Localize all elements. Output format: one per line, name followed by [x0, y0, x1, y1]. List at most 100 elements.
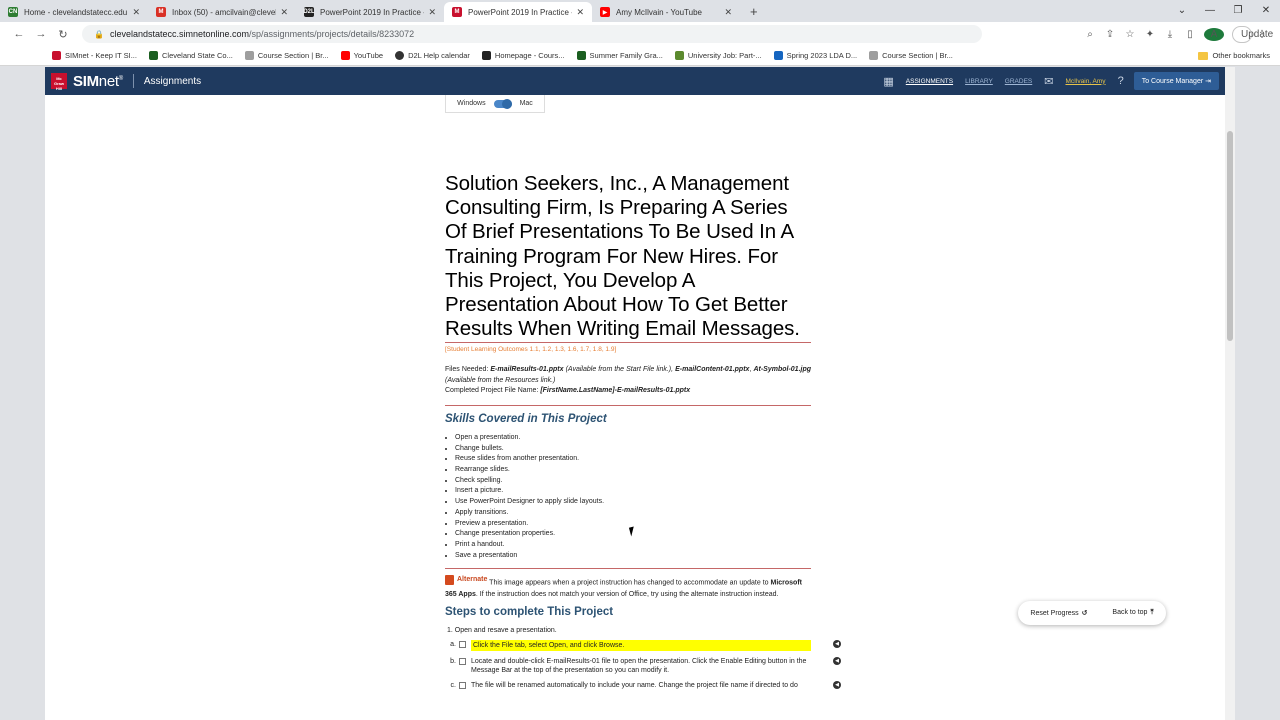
- update-button[interactable]: Update: [1232, 25, 1273, 43]
- download-icon[interactable]: ⤓: [1160, 29, 1180, 40]
- skills-heading: Skills Covered in This Project: [445, 412, 607, 425]
- audio-icon[interactable]: ◀: [833, 680, 841, 689]
- bookmark-course-section[interactable]: Course Section | Br...: [244, 51, 329, 60]
- restore-icon[interactable]: ❐: [1224, 5, 1252, 16]
- nav-grades[interactable]: GRADES: [1005, 78, 1032, 85]
- list-item: Apply transitions.: [455, 508, 811, 519]
- bookmark-d2l-help[interactable]: D2L Help calendar: [395, 51, 470, 60]
- nav-assignments[interactable]: ASSIGNMENTS: [906, 78, 953, 85]
- page-icon: [244, 51, 254, 60]
- profile-avatar[interactable]: A: [1204, 27, 1224, 41]
- list-item: Open a presentation.: [455, 433, 811, 444]
- step-checkbox[interactable]: [459, 681, 466, 689]
- browser-tab-bar: CN Home - clevelandstatecc.edu ✕ M Inbox…: [0, 0, 1280, 22]
- calendar-icon[interactable]: ▦: [883, 75, 893, 88]
- bookmark-star-icon[interactable]: ☆: [1120, 29, 1140, 40]
- simnet-header: Mc Graw Hill SIMnet® Assignments ▦ ASSIG…: [45, 67, 1225, 95]
- list-item: Check spelling.: [455, 476, 811, 487]
- mail-icon[interactable]: ✉: [1044, 75, 1053, 88]
- browser-tab-home[interactable]: CN Home - clevelandstatecc.edu ✕: [0, 2, 148, 22]
- youtube-icon: [340, 51, 350, 60]
- nav-library[interactable]: LIBRARY: [965, 78, 993, 85]
- exit-icon: ⇥: [1205, 78, 1211, 85]
- help-icon[interactable]: ?: [1118, 75, 1124, 87]
- simnet-icon: [52, 51, 61, 60]
- page-icon: [869, 51, 879, 60]
- url-input[interactable]: 🔒 clevelandstatecc.simnetonline.com/sp/a…: [82, 25, 982, 43]
- browser-tab-youtube[interactable]: ▶ Amy McIlvain - YouTube ✕: [592, 2, 740, 22]
- course-manager-button[interactable]: To Course Manager ⇥: [1133, 72, 1219, 90]
- youtube-icon: ▶: [600, 7, 610, 17]
- browser-tab-powerpoint-d2l[interactable]: D2L PowerPoint 2019 In Practice - Ch ✕: [296, 2, 444, 22]
- list-item: Reuse slides from another presentation.: [455, 454, 811, 465]
- lock-icon[interactable]: 🔒: [94, 30, 104, 39]
- extensions-icon[interactable]: ✦: [1140, 29, 1160, 40]
- bookmark-cleveland-state[interactable]: Cleveland State Co...: [148, 51, 233, 60]
- substep-a: a. Click the File tab, select Open, and …: [445, 639, 841, 651]
- audio-icon[interactable]: ◀: [833, 656, 841, 665]
- scrollbar-thumb[interactable]: [1227, 131, 1233, 341]
- list-item: Save a presentation: [455, 551, 811, 562]
- step-1: 1. Open and resave a presentation.: [447, 626, 557, 634]
- forward-icon[interactable]: →: [30, 28, 52, 40]
- back-icon[interactable]: ←: [8, 28, 30, 40]
- zoom-icon[interactable]: ⌕: [1080, 29, 1100, 40]
- window-controls: ⌄ — ❐ ✕: [1168, 0, 1280, 20]
- tab-favicon-icon: CN: [8, 7, 18, 17]
- bookmark-simnet[interactable]: SIMnet - Keep IT SI...: [52, 51, 137, 60]
- toolbar-right: ⌕ ⇪ ☆ ✦ ⤓ ▯ A Update ⋮: [1080, 25, 1273, 43]
- divider: [445, 568, 811, 570]
- os-switch[interactable]: [493, 98, 512, 109]
- bookmark-spring-lda[interactable]: Spring 2023 LDA D...: [773, 51, 857, 60]
- bookmark-course-section-2[interactable]: Course Section | Br...: [869, 51, 953, 60]
- close-tab-icon[interactable]: ✕: [724, 7, 732, 18]
- d2l-icon: [481, 51, 491, 60]
- simnet-logo[interactable]: SIMnet®: [73, 73, 123, 90]
- job-icon: [674, 51, 684, 60]
- step-checkbox[interactable]: [459, 640, 466, 648]
- close-tab-icon[interactable]: ✕: [280, 7, 288, 18]
- toggle-label-mac: Mac: [519, 100, 533, 107]
- toggle-label-windows: Windows: [457, 100, 486, 107]
- floating-action-bar: Reset Progress ↺ Back to top ⤒: [1018, 601, 1166, 625]
- project-title: Solution Seekers, Inc., A Management Con…: [445, 172, 800, 341]
- close-tab-icon[interactable]: ✕: [576, 7, 584, 18]
- new-tab-button[interactable]: +: [740, 2, 768, 22]
- bookmark-university-job[interactable]: University Job: Part-...: [674, 51, 762, 60]
- share-icon[interactable]: ⇪: [1100, 29, 1120, 40]
- window-edge: [1235, 67, 1280, 720]
- substep-c: c. The file will be renamed automaticall…: [445, 680, 841, 690]
- close-tab-icon[interactable]: ✕: [428, 7, 436, 18]
- bookmark-homepage-courses[interactable]: Homepage - Cours...: [481, 51, 565, 60]
- tab-search-icon[interactable]: ⌄: [1168, 5, 1196, 16]
- office-alternate-icon: [445, 574, 454, 585]
- step-checkbox[interactable]: [459, 657, 466, 665]
- divider: [445, 404, 811, 406]
- project-content: Solution Seekers, Inc., A Management Con…: [445, 172, 841, 696]
- menu-kebab-icon[interactable]: ⋮: [1252, 29, 1272, 40]
- reload-icon[interactable]: ↻: [52, 28, 74, 41]
- completed-file-name: [FirstName.LastName]-E-mailResults-01.pp…: [540, 387, 691, 395]
- close-window-icon[interactable]: ✕: [1252, 5, 1280, 16]
- list-item: Print a handout.: [455, 540, 811, 551]
- bookmarks-bar: SIMnet - Keep IT SI... Cleveland State C…: [0, 46, 1280, 66]
- user-menu[interactable]: McIlvain, Amy: [1065, 78, 1105, 85]
- bookmark-youtube[interactable]: YouTube: [340, 51, 383, 60]
- bookmark-summer-family[interactable]: Summer Family Gra...: [576, 51, 663, 60]
- reset-progress-button[interactable]: Reset Progress ↺: [1030, 609, 1087, 617]
- page-scrollbar[interactable]: [1225, 67, 1235, 720]
- browser-tab-powerpoint-active[interactable]: M PowerPoint 2019 In Practice - Ch ✕: [444, 2, 592, 22]
- arrow-up-icon: ⤒: [1150, 609, 1154, 616]
- close-tab-icon[interactable]: ✕: [132, 7, 140, 18]
- mcgraw-hill-logo: Mc Graw Hill: [51, 73, 67, 91]
- audio-icon[interactable]: ◀: [833, 639, 841, 648]
- back-to-top-button[interactable]: Back to top ⤒: [1112, 609, 1153, 617]
- browser-tab-inbox[interactable]: M Inbox (50) - amcilvain@clevelan ✕: [148, 2, 296, 22]
- drive-icon: [773, 51, 783, 60]
- alternate-note: Alternate This image appears when a proj…: [445, 574, 802, 598]
- d2l-icon: D2L: [303, 7, 315, 17]
- other-bookmarks[interactable]: Other bookmarks: [1198, 51, 1270, 60]
- sidepanel-icon[interactable]: ▯: [1180, 29, 1200, 40]
- divider: [445, 342, 811, 344]
- minimize-icon[interactable]: —: [1196, 5, 1224, 16]
